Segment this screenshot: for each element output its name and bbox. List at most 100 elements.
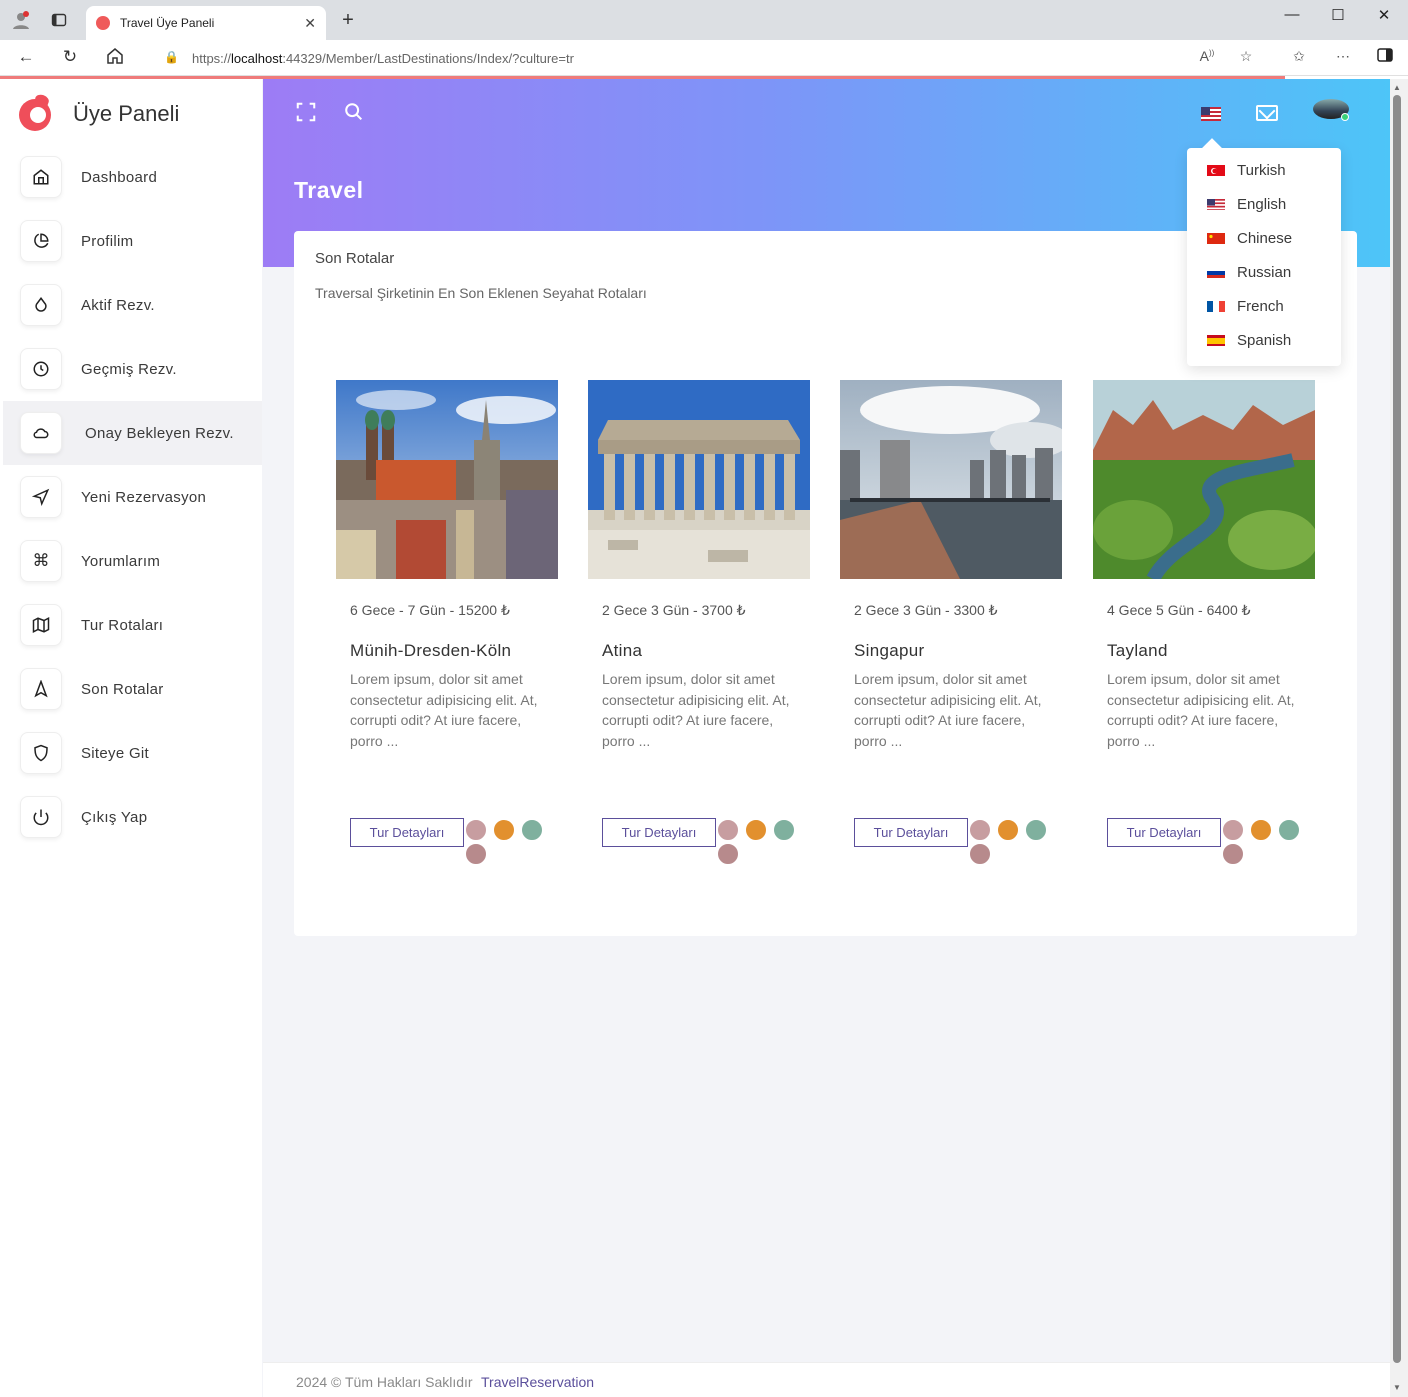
participant-avatar[interactable] <box>716 842 740 866</box>
shield-icon <box>20 732 62 774</box>
participant-avatar[interactable] <box>996 818 1020 842</box>
footer-link[interactable]: TravelReservation <box>481 1374 594 1390</box>
sidebar-toggle-icon[interactable] <box>1374 48 1396 65</box>
sidebar-item-label: Yeni Rezervasyon <box>81 488 207 506</box>
participant-avatar[interactable] <box>968 818 992 842</box>
language-label: Spanish <box>1237 331 1292 349</box>
home-browser-icon[interactable] <box>103 47 127 69</box>
destination-image[interactable] <box>840 380 1062 579</box>
destination-meta: 4 Gece 5 Gün - 6400 ₺ <box>1107 602 1251 618</box>
sidebar-item-label: Aktif Rezv. <box>81 296 155 314</box>
destination-image[interactable] <box>336 380 558 579</box>
participant-avatar[interactable] <box>520 818 544 842</box>
destination-image[interactable] <box>1093 380 1315 579</box>
map-icon <box>20 604 62 646</box>
language-option-russian[interactable]: Russian <box>1207 261 1291 283</box>
user-avatar[interactable] <box>1313 99 1349 121</box>
new-tab-icon[interactable]: + <box>337 9 359 32</box>
destination-card: 2 Gece 3 Gün - 3700 ₺ Atina Lorem ipsum,… <box>588 380 810 866</box>
navigation-2-icon <box>20 668 62 710</box>
sidebar-item-onay-bekleyen-rezv[interactable]: Onay Bekleyen Rezv. <box>3 401 262 465</box>
scroll-down-icon[interactable]: ▼ <box>1393 1383 1401 1392</box>
participant-avatar[interactable] <box>1024 818 1048 842</box>
sidebar-item-profilim[interactable]: Profilim <box>3 209 262 273</box>
participant-avatar[interactable] <box>492 818 516 842</box>
language-option-spanish[interactable]: Spanish <box>1207 329 1291 351</box>
sidebar-item-tur-rotalari[interactable]: Tur Rotaları <box>3 593 262 657</box>
destination-description: Lorem ipsum, dolor sit amet consectetur … <box>350 671 538 749</box>
language-option-turkish[interactable]: Turkish <box>1207 159 1286 181</box>
participant-avatar[interactable] <box>968 842 992 866</box>
destination-card: 4 Gece 5 Gün - 6400 ₺ Tayland Lorem ipsu… <box>1093 380 1315 866</box>
url-field[interactable]: 🔒 https://localhost:44329/Member/LastDes… <box>146 44 1270 72</box>
destination-card: 2 Gece 3 Gün - 3300 ₺ Singapur Lorem ips… <box>840 380 1062 866</box>
sidebar-item-label: Tur Rotaları <box>81 616 164 634</box>
reload-icon[interactable]: ↻ <box>58 47 82 69</box>
profile-icon[interactable] <box>10 9 32 31</box>
participant-avatar[interactable] <box>1221 842 1245 866</box>
tab-actions-icon[interactable] <box>48 9 70 31</box>
flag-cn-icon <box>1207 232 1225 244</box>
sidebar-item-label: Onay Bekleyen Rezv. <box>85 424 234 442</box>
more-options-icon[interactable]: ⋯ <box>1332 48 1354 65</box>
maximize-icon[interactable]: ☐ <box>1323 6 1353 24</box>
page-title: Travel <box>294 177 364 203</box>
language-option-english[interactable]: English <box>1207 193 1286 215</box>
card-subtitle: Traversal Şirketinin En Son Eklenen Seya… <box>315 285 647 301</box>
flag-us-icon <box>1207 198 1225 210</box>
sidebar-item-dashboard[interactable]: Dashboard <box>3 145 262 209</box>
destination-name: Singapur <box>854 641 925 660</box>
language-label: Chinese <box>1237 229 1293 247</box>
tour-details-button[interactable]: Tur Detayları <box>602 818 716 847</box>
sidebar-item-siteye-git[interactable]: Siteye Git <box>3 721 262 785</box>
home-icon <box>20 156 62 198</box>
flag-ru-icon <box>1207 266 1225 278</box>
sidebar-item-yorumlarim[interactable]: ⌘ Yorumlarım <box>3 529 262 593</box>
close-tab-icon[interactable]: ✕ <box>304 15 316 32</box>
participant-avatar[interactable] <box>464 818 488 842</box>
sidebar-item-label: Çıkış Yap <box>81 808 148 826</box>
flag-tr-icon <box>1207 164 1225 176</box>
participant-avatar[interactable] <box>1277 818 1301 842</box>
sidebar-item-label: Profilim <box>81 232 134 250</box>
tour-details-button[interactable]: Tur Detayları <box>854 818 968 847</box>
favorites-icon[interactable]: ✩ <box>1288 48 1310 65</box>
participant-avatar[interactable] <box>1221 818 1245 842</box>
mail-icon[interactable] <box>1256 105 1278 121</box>
destination-meta: 2 Gece 3 Gün - 3700 ₺ <box>602 602 746 618</box>
participant-avatar[interactable] <box>744 818 768 842</box>
brand[interactable]: Üye Paneli <box>19 92 179 133</box>
sidebar-item-aktif-rezv[interactable]: Aktif Rezv. <box>3 273 262 337</box>
language-option-french[interactable]: French <box>1207 295 1284 317</box>
sidebar-item-cikis-yap[interactable]: Çıkış Yap <box>3 785 262 849</box>
tour-details-button[interactable]: Tur Detayları <box>1107 818 1221 847</box>
sidebar-item-son-rotalar[interactable]: Son Rotalar <box>3 657 262 721</box>
language-label: Russian <box>1237 263 1292 281</box>
participant-avatar[interactable] <box>716 818 740 842</box>
tour-details-button[interactable]: Tur Detayları <box>350 818 464 847</box>
language-flag-icon[interactable] <box>1201 107 1221 121</box>
scrollbar-thumb[interactable] <box>1393 95 1401 1363</box>
language-option-chinese[interactable]: Chinese <box>1207 227 1292 249</box>
fullscreen-icon[interactable] <box>295 101 317 129</box>
sidebar-item-gecmis-rezv[interactable]: Geçmiş Rezv. <box>3 337 262 401</box>
destination-card: 6 Gece - 7 Gün - 15200 ₺ Münih-Dresden-K… <box>336 380 558 866</box>
participant-avatar[interactable] <box>464 842 488 866</box>
destination-image[interactable] <box>588 380 810 579</box>
browser-tab-active[interactable]: Travel Üye Paneli ✕ <box>86 6 326 40</box>
sidebar-item-yeni-rezervasyon[interactable]: Yeni Rezervasyon <box>3 465 262 529</box>
page-scrollbar[interactable]: ▲ ▼ <box>1390 79 1408 1397</box>
participant-avatar[interactable] <box>1249 818 1273 842</box>
back-icon[interactable]: ← <box>14 47 38 69</box>
favorite-star-icon[interactable]: ☆ <box>1235 48 1257 65</box>
lock-icon[interactable]: 🔒 <box>164 50 179 64</box>
minimize-icon[interactable]: — <box>1277 6 1307 23</box>
clock-icon <box>20 348 62 390</box>
read-aloud-icon[interactable]: A)) <box>1196 48 1218 64</box>
search-icon[interactable] <box>343 101 365 129</box>
navigation-icon <box>20 476 62 518</box>
scroll-up-icon[interactable]: ▲ <box>1393 83 1401 92</box>
participant-avatar[interactable] <box>772 818 796 842</box>
destination-meta: 6 Gece - 7 Gün - 15200 ₺ <box>350 602 510 618</box>
close-window-icon[interactable]: ✕ <box>1369 6 1399 24</box>
